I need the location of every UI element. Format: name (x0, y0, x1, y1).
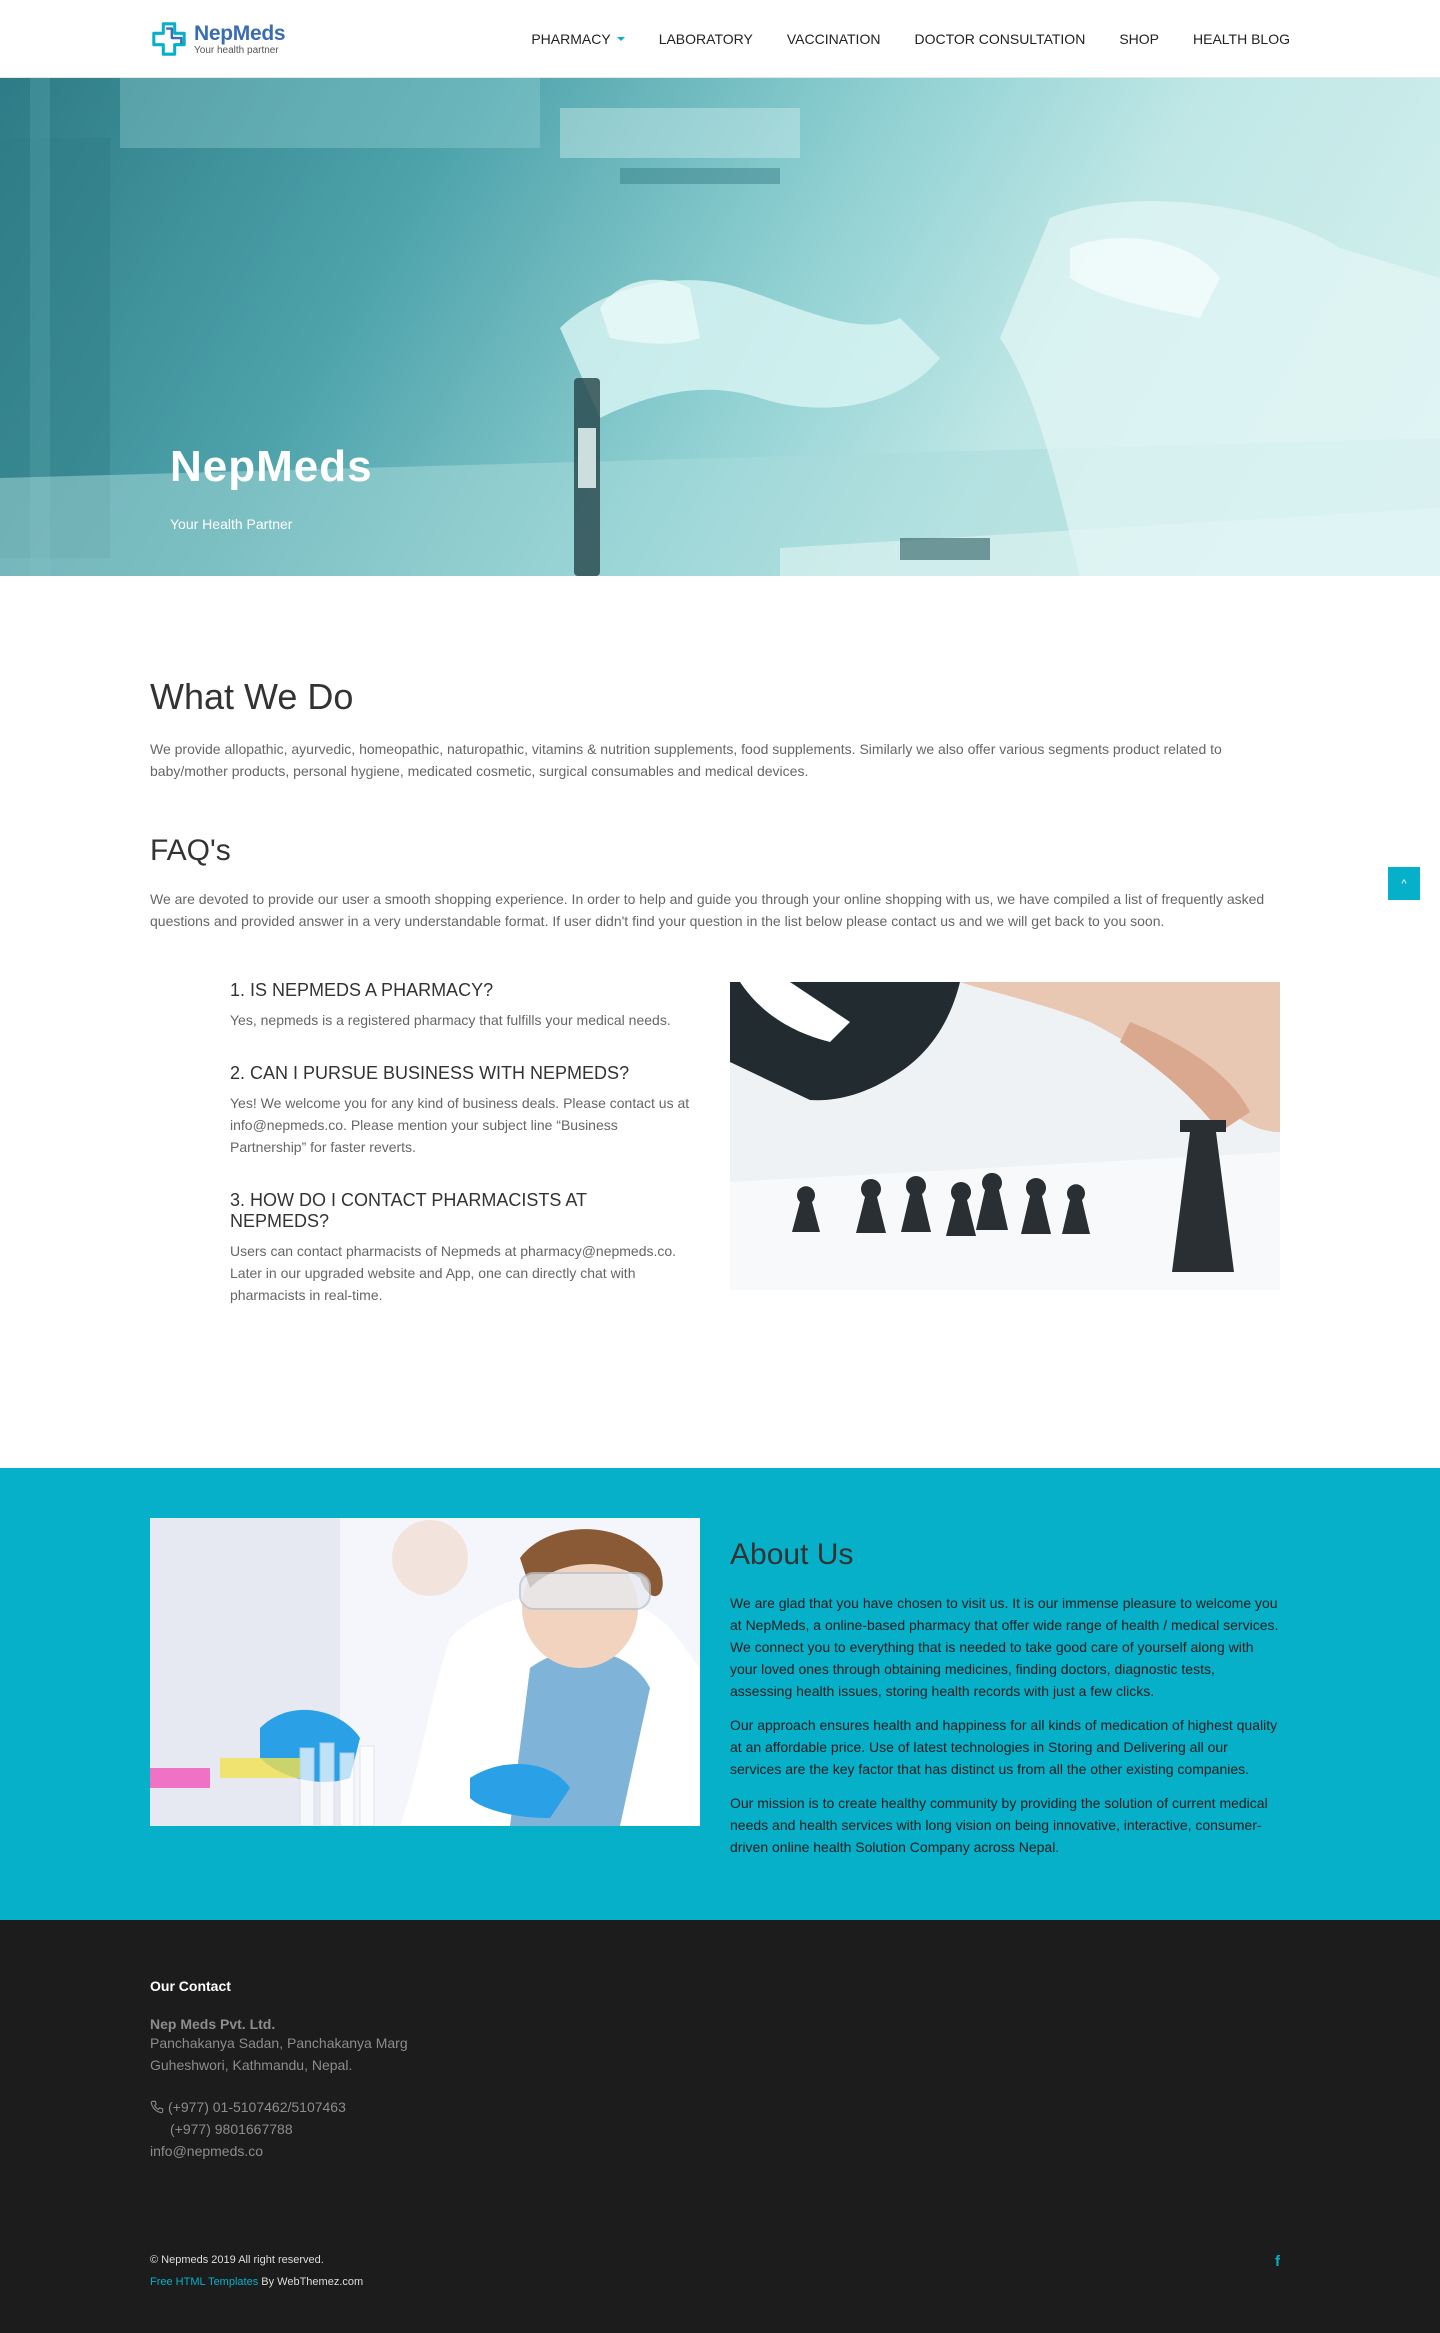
faq-intro: We are devoted to provide our user a smo… (150, 891, 1265, 929)
nav-pharmacy[interactable]: PHARMACY (531, 31, 625, 47)
credits-by: By WebThemez.com (261, 2276, 364, 2288)
faq-title: FAQ's (150, 834, 231, 867)
footer-phone-row: (+977) 01-5107462/5107463 (150, 2096, 1290, 2118)
nav-shop[interactable]: SHOP (1119, 31, 1159, 47)
footer-heading: Our Contact (150, 1978, 231, 1994)
faq-question: 3. HOW DO I CONTACT PHARMACISTS AT NEPME… (230, 1190, 587, 1231)
nav-doctor-consultation[interactable]: DOCTOR CONSULTATION (914, 31, 1085, 47)
free-html-templates-link[interactable]: Free HTML Templates (150, 2276, 258, 2288)
faq-list: 1. IS NEPMEDS A PHARMACY? Yes, nepmeds i… (150, 980, 730, 1338)
nav-laboratory[interactable]: LABORATORY (659, 31, 753, 47)
hero-subtitle: Your Health Partner (170, 516, 293, 532)
copyright-text: © Nepmeds 2019 All right reserved. (150, 2254, 324, 2266)
credits-line: Free HTML Templates By WebThemez.com (150, 2271, 363, 2293)
faq-answer: Yes, nepmeds is a registered pharmacy th… (230, 1012, 671, 1028)
medical-cross-logo-icon (152, 22, 186, 56)
faq-answer: Yes! We welcome you for any kind of busi… (230, 1095, 690, 1155)
hero-banner: NepMeds Your Health Partner (0, 78, 1440, 576)
caret-down-icon (616, 37, 625, 41)
chess-photo (730, 982, 1280, 1290)
phone-icon (150, 2100, 164, 2114)
footer-address-line: Panchakanya Sadan, Panchakanya Marg (150, 2035, 408, 2051)
about-paragraph: Our approach ensures health and happines… (730, 1717, 1278, 1777)
what-we-do-text: We provide allopathic, ayurvedic, homeop… (150, 741, 1222, 779)
nav-pharmacy-label: PHARMACY (531, 31, 611, 47)
about-paragraph: We are glad that you have chosen to visi… (730, 1595, 1279, 1699)
nav-health-blog[interactable]: HEALTH BLOG (1193, 31, 1290, 47)
site-footer: Our Contact Nep Meds Pvt. Ltd. Panchakan… (0, 1920, 1440, 2333)
about-text: About Us We are glad that you have chose… (730, 1518, 1280, 1858)
footer-bottom: © Nepmeds 2019 All right reserved. Free … (150, 2249, 1290, 2293)
main-nav: PHARMACY LABORATORY VACCINATION DOCTOR C… (497, 31, 1290, 47)
footer-company: Nep Meds Pvt. Ltd. (150, 2016, 276, 2032)
faq-item: 1. IS NEPMEDS A PHARMACY? Yes, nepmeds i… (230, 980, 690, 1031)
about-section: About Us We are glad that you have chose… (0, 1468, 1440, 1920)
faq-item: 2. CAN I PURSUE BUSINESS WITH NEPMEDS? Y… (230, 1063, 690, 1158)
faq-item: 3. HOW DO I CONTACT PHARMACISTS AT NEPME… (230, 1190, 690, 1306)
brand-name: NepMeds (194, 21, 286, 45)
faq-row: 1. IS NEPMEDS A PHARMACY? Yes, nepmeds i… (150, 980, 1290, 1338)
footer-email[interactable]: info@nepmeds.co (150, 2140, 1290, 2162)
back-to-top-button[interactable]: ^ (1388, 867, 1420, 900)
about-paragraph: Our mission is to create healthy communi… (730, 1795, 1268, 1855)
what-we-do-section: What We Do We provide allopathic, ayurve… (0, 576, 1440, 1338)
brand-tagline: Your health partner (194, 44, 279, 56)
chevron-up-icon: ^ (1401, 877, 1407, 890)
footer-address-line: Guheshwori, Kathmandu, Nepal. (150, 2057, 353, 2073)
faq-question: 2. CAN I PURSUE BUSINESS WITH NEPMEDS? (230, 1063, 630, 1083)
facebook-icon[interactable]: f (1275, 2253, 1280, 2293)
nav-vaccination[interactable]: VACCINATION (787, 31, 881, 47)
site-header: NepMeds Your health partner PHARMACY LAB… (0, 0, 1440, 78)
footer-phone-1[interactable]: (+977) 01-5107462/5107463 (168, 2096, 346, 2118)
copyright-block: © Nepmeds 2019 All right reserved. Free … (150, 2249, 363, 2293)
scientist-photo (150, 1518, 700, 1826)
footer-phone-2[interactable]: (+977) 9801667788 (150, 2118, 1290, 2140)
faq-question: 1. IS NEPMEDS A PHARMACY? (230, 980, 494, 1000)
about-title: About Us (730, 1538, 854, 1571)
faq-answer: Users can contact pharmacists of Nepmeds… (230, 1243, 677, 1303)
what-we-do-title: What We Do (150, 676, 354, 717)
brand-logo[interactable]: NepMeds Your health partner (150, 20, 286, 58)
hero-title: NepMeds (170, 442, 373, 491)
